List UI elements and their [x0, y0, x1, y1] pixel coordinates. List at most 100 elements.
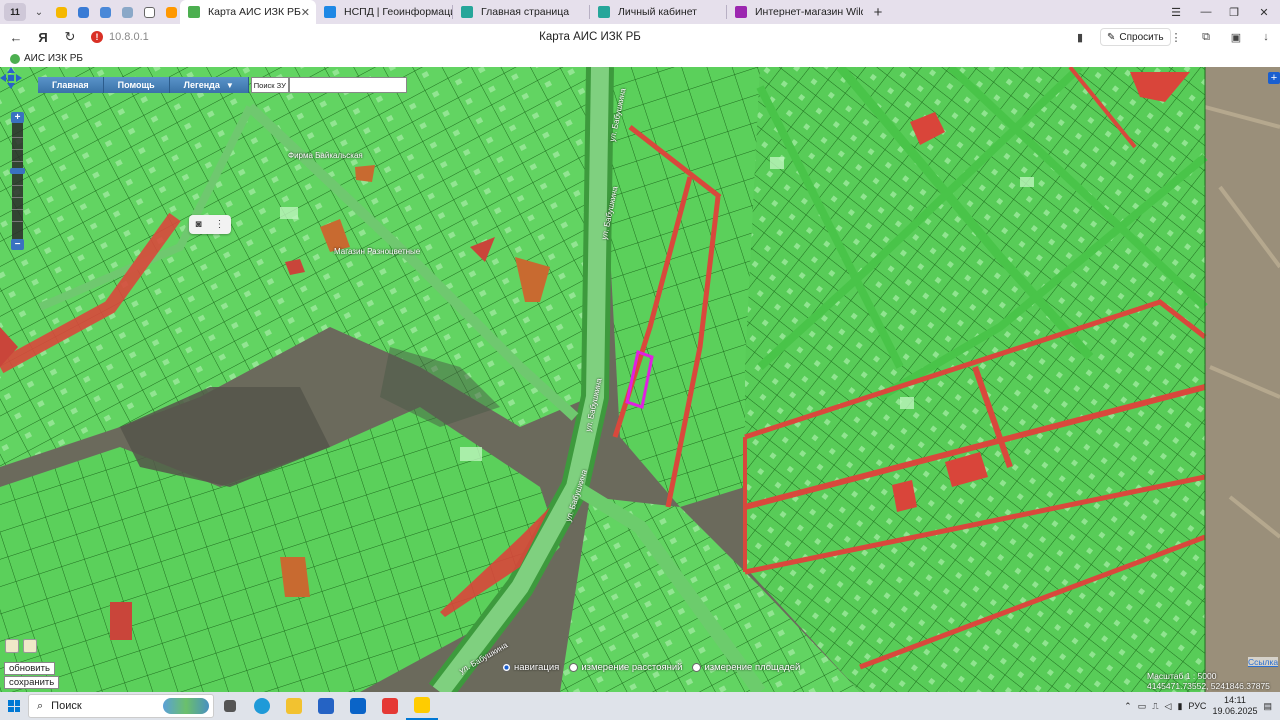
tab-label: Личный кабинет — [618, 6, 697, 18]
photo-toolbar: ◙ ⋮ — [189, 215, 231, 234]
mode-measure-distance[interactable]: измерение расстояний — [569, 662, 682, 673]
save-button[interactable]: сохранить — [4, 676, 60, 689]
tab-wildberries[interactable]: Интернет-магазин Wildb — [727, 0, 863, 24]
new-tab-button[interactable]: + — [867, 3, 889, 21]
minimize-button[interactable]: — — [1192, 0, 1220, 24]
extensions-icon[interactable]: ⧉ — [1196, 28, 1216, 46]
battery-icon[interactable]: ▮ — [1177, 701, 1182, 712]
profile-icon[interactable]: ▣ — [1226, 28, 1246, 46]
scale-text: Масштаб 1 : 5000 — [1147, 671, 1217, 681]
map-canvas[interactable] — [0, 67, 1280, 692]
tab-favicon-icon — [598, 6, 610, 18]
pinned-tab-5[interactable] — [140, 3, 158, 21]
bookmark-favicon-icon — [10, 53, 20, 64]
link-button[interactable]: Ссылка — [1248, 657, 1279, 667]
tab-label: НСПД | Геоинформацион — [344, 6, 452, 18]
tab-favicon-icon — [188, 6, 200, 18]
address-bar: ← Я ↻ ! 10.8.0.1 Карта АИС ИЗК РБ ▮ ✎ Сп… — [0, 24, 1280, 50]
camera-icon[interactable]: ▭ — [1138, 701, 1147, 712]
parcel-search-input[interactable] — [288, 77, 407, 93]
zoom-in-button[interactable]: + — [11, 112, 24, 123]
start-button[interactable] — [0, 692, 28, 720]
page-title: Карта АИС ИЗК РБ — [539, 31, 641, 43]
chevron-down-icon: ▼ — [225, 80, 234, 90]
search-label: Поиск — [51, 700, 82, 712]
language-indicator[interactable]: РУС — [1188, 701, 1206, 711]
date: 19.06.2025 — [1212, 706, 1258, 716]
radio[interactable] — [569, 663, 579, 672]
edge-browser-icon[interactable] — [246, 692, 278, 720]
clock[interactable]: 14:11 19.06.2025 — [1212, 695, 1257, 717]
overview-map-icon[interactable] — [5, 639, 19, 653]
yandex-icon[interactable] — [374, 692, 406, 720]
task-view-icon[interactable] — [214, 692, 246, 720]
menu-legend-button[interactable]: Легенда ▼ — [169, 77, 249, 93]
radio-selected[interactable] — [502, 663, 511, 672]
bookmark-icon[interactable]: ▮ — [1070, 28, 1090, 46]
time: 14:11 — [1224, 695, 1246, 705]
tab-ais-map[interactable]: Карта АИС ИЗК РБ ✕ — [180, 0, 316, 24]
mode-navigation[interactable]: навигация — [502, 662, 559, 673]
poi-label: Фирма Байкальская — [288, 151, 363, 160]
tab-label: Главная страница — [481, 6, 570, 18]
tab-favicon-icon — [324, 6, 336, 18]
coordinates-readout: 4145471.73552, 5241846.37875 — [1147, 681, 1270, 691]
windows-logo-icon — [8, 700, 20, 712]
tab-counter[interactable]: 11 — [4, 3, 26, 21]
more-options-icon[interactable]: ⋮ — [215, 219, 225, 230]
more-options-icon[interactable]: ⋮ — [1166, 28, 1186, 46]
tab-favicon-icon — [461, 6, 473, 18]
taskbar-search[interactable]: ⌕ Поиск — [28, 694, 214, 718]
radio[interactable] — [692, 663, 702, 672]
browser-menu-icon[interactable]: ☰ — [1162, 0, 1190, 24]
notifications-icon[interactable]: ▤ — [1263, 701, 1272, 712]
pinned-tab-4[interactable] — [118, 3, 136, 21]
chevron-up-icon[interactable]: ⌃ — [1124, 701, 1132, 712]
refresh-button[interactable]: обновить — [4, 662, 55, 675]
bookmarks-bar: АИС ИЗК РБ — [0, 50, 1280, 67]
ask-label: Спросить — [1119, 31, 1164, 43]
yandex-browser-icon[interactable] — [406, 692, 438, 720]
compass-icon[interactable] — [23, 639, 37, 653]
downloads-icon[interactable]: ↓ — [1256, 28, 1276, 46]
zoom-slider-handle[interactable] — [10, 168, 25, 174]
system-tray: ⌃ ▭ ⎍ ◁ ▮ РУС 14:11 19.06.2025 ▤ — [1124, 692, 1280, 720]
zoom-out-button[interactable]: − — [11, 239, 24, 250]
tab-list-chevron-icon[interactable]: ⌄ — [30, 3, 48, 21]
mode-measure-area[interactable]: измерение площадей — [692, 662, 800, 673]
menu-help-button[interactable]: Помощь — [103, 77, 170, 93]
file-explorer-icon[interactable] — [278, 692, 310, 720]
windows-taskbar: ⌕ Поиск ⌃ ▭ ⎍ ◁ ▮ РУС 14:11 19.06.2025 ▤ — [0, 692, 1280, 720]
store-icon[interactable] — [310, 692, 342, 720]
tab-personal-cabinet[interactable]: Личный кабинет — [590, 0, 726, 24]
legend-label: Легенда — [183, 80, 220, 90]
browser-tab-strip: 11 ⌄ Карта АИС ИЗК РБ ✕ НСПД | Геоинформ… — [0, 0, 1280, 24]
bookmark-ais[interactable]: АИС ИЗК РБ — [24, 53, 83, 64]
pinned-tab-6[interactable] — [162, 3, 180, 21]
close-window-button[interactable]: ✕ — [1250, 0, 1278, 24]
zoom-track[interactable] — [12, 115, 23, 249]
layers-toggle-button[interactable]: + — [1268, 72, 1280, 84]
tab-label: Интернет-магазин Wildb — [755, 6, 863, 18]
menu-home-button[interactable]: Главная — [38, 77, 104, 93]
tab-main-page[interactable]: Главная страница — [453, 0, 589, 24]
maximize-button[interactable]: ❐ — [1220, 0, 1248, 24]
pinned-tab-1[interactable] — [52, 3, 70, 21]
map-viewport[interactable]: ул. Бабушкина ул. Бабушкина ул. Бабушкин… — [0, 67, 1280, 692]
search-label: Поиск ЗУ — [250, 77, 289, 93]
camera-icon[interactable]: ◙ — [195, 219, 201, 230]
search-highlight-image — [163, 698, 209, 714]
sparkle-icon: ✎ — [1107, 31, 1116, 43]
scale-info: Масштаб 1 : 5000 4145471.73552, 5241846.… — [1147, 671, 1270, 691]
network-icon[interactable]: ⎍ — [1152, 701, 1158, 712]
tab-favicon-icon — [735, 6, 747, 18]
outlook-icon[interactable] — [342, 692, 374, 720]
tab-nspd[interactable]: НСПД | Геоинформацион — [316, 0, 452, 24]
pan-arrows-icon[interactable] — [0, 67, 22, 89]
ask-button[interactable]: ✎ Спросить — [1100, 28, 1171, 46]
volume-icon[interactable]: ◁ — [1165, 701, 1172, 712]
map-menu-bar: Главная Помощь Легенда ▼ Поиск ЗУ — [38, 77, 407, 93]
pinned-tab-2[interactable] — [74, 3, 92, 21]
pinned-tab-3[interactable] — [96, 3, 114, 21]
close-tab-icon[interactable]: ✕ — [301, 6, 310, 19]
